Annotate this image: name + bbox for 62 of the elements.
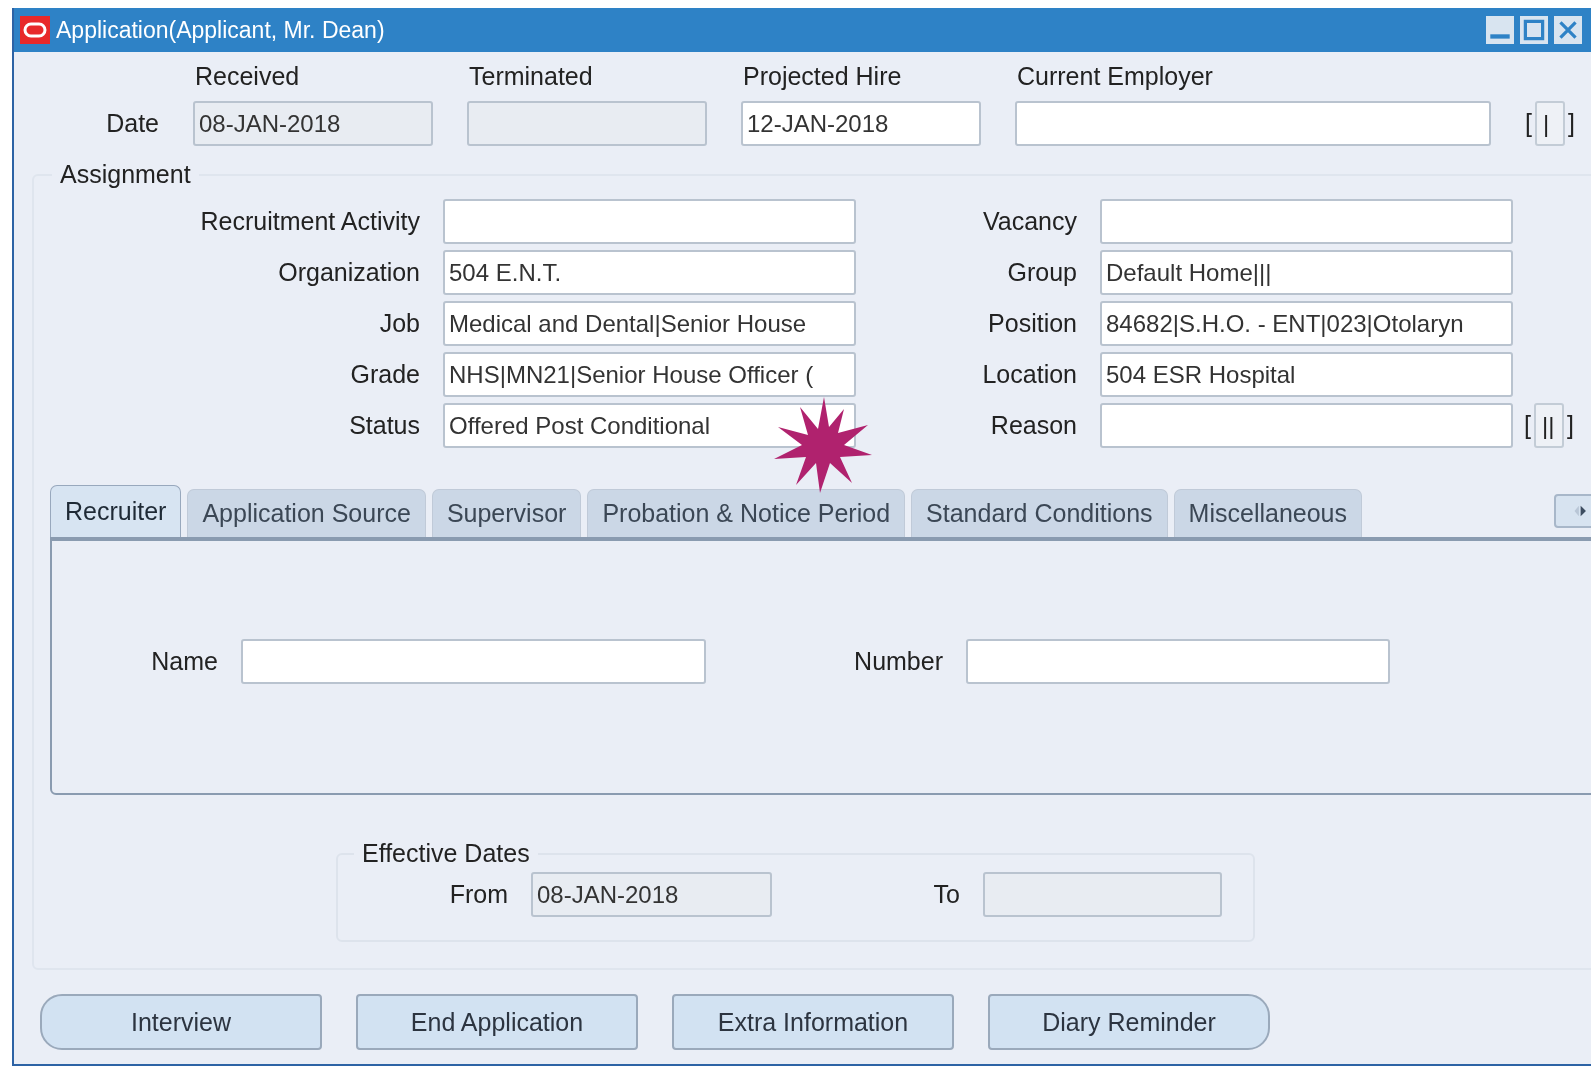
bracket-text: [ [1525, 109, 1532, 138]
field-label: From [448, 880, 508, 909]
input-field[interactable] [443, 199, 856, 244]
column-label: Received [194, 62, 301, 91]
flexfield-box[interactable]: | [1534, 101, 1565, 146]
tab[interactable]: Supervisor [431, 489, 582, 537]
tab[interactable]: Miscellaneous [1173, 489, 1363, 537]
field-label: Grade [349, 360, 420, 389]
window-title: Application(Applicant, Mr. Dean) [56, 16, 385, 44]
group-title: Assignment [59, 160, 192, 189]
field-label: Vacancy [981, 207, 1077, 236]
input-field[interactable]: 84682|S.H.O. - ENT|023|Otolaryn [1100, 301, 1513, 346]
group-title: Effective Dates [361, 839, 531, 868]
input-field[interactable]: 504 ESR Hospital [1100, 352, 1513, 397]
field-label: Job [378, 309, 420, 338]
field-label: Date [105, 109, 159, 138]
input-field[interactable]: 12-JAN-2018 [741, 101, 981, 146]
bracket-text: ] [1567, 109, 1575, 138]
input-field[interactable]: 08-JAN-2018 [531, 872, 772, 917]
input-field[interactable] [1100, 199, 1513, 244]
input-field[interactable] [241, 638, 706, 684]
tab[interactable]: Recruiter [50, 485, 182, 537]
action-button[interactable]: Diary Reminder [988, 994, 1270, 1050]
input-field[interactable]: NHS|MN21|Senior House Officer ( [443, 352, 856, 397]
input-field[interactable]: Default Home||| [1100, 250, 1513, 295]
field-label: Organization [277, 258, 420, 287]
field-label: Recruitment Activity [199, 207, 420, 236]
column-label: Terminated [468, 62, 594, 91]
flexfield-box[interactable]: || [1533, 403, 1564, 448]
input-field[interactable] [1100, 403, 1513, 448]
field-label: Group [1006, 258, 1077, 287]
input-field[interactable] [467, 101, 707, 146]
tab[interactable]: Probation & Notice Period [587, 489, 906, 537]
maximize-icon[interactable] [1520, 16, 1548, 44]
input-field[interactable] [966, 638, 1390, 684]
column-label: Current Employer [1016, 62, 1214, 91]
field-label: Number [853, 646, 943, 676]
close-icon[interactable] [1554, 16, 1582, 44]
field-label: Position [987, 309, 1077, 338]
field-label: To [932, 880, 960, 909]
minimize-icon[interactable] [1486, 16, 1514, 44]
input-field[interactable]: 504 E.N.T. [443, 250, 856, 295]
field-label: Location [981, 360, 1077, 389]
bracket-text: ] [1566, 411, 1574, 440]
action-button[interactable]: End Application [356, 994, 638, 1050]
action-button[interactable]: Extra Information [672, 994, 954, 1050]
field-label: Reason [989, 411, 1077, 440]
app-logo-icon [20, 16, 50, 44]
starburst-icon [772, 397, 872, 493]
field-label: Name [150, 646, 218, 676]
input-field[interactable]: 08-JAN-2018 [193, 101, 433, 146]
input-field[interactable] [983, 872, 1222, 917]
input-field[interactable]: Offered Post Conditional [443, 403, 856, 448]
tab-scroll-icon[interactable] [1554, 494, 1591, 528]
field-label: Status [348, 411, 420, 440]
tab[interactable]: Standard Conditions [911, 489, 1168, 537]
input-field[interactable]: Medical and Dental|Senior House [443, 301, 856, 346]
column-label: Projected Hire [742, 62, 903, 91]
action-button[interactable]: Interview [40, 994, 322, 1050]
bracket-text: [ [1524, 411, 1531, 440]
tab[interactable]: Application Source [187, 489, 426, 537]
input-field[interactable] [1015, 101, 1491, 146]
